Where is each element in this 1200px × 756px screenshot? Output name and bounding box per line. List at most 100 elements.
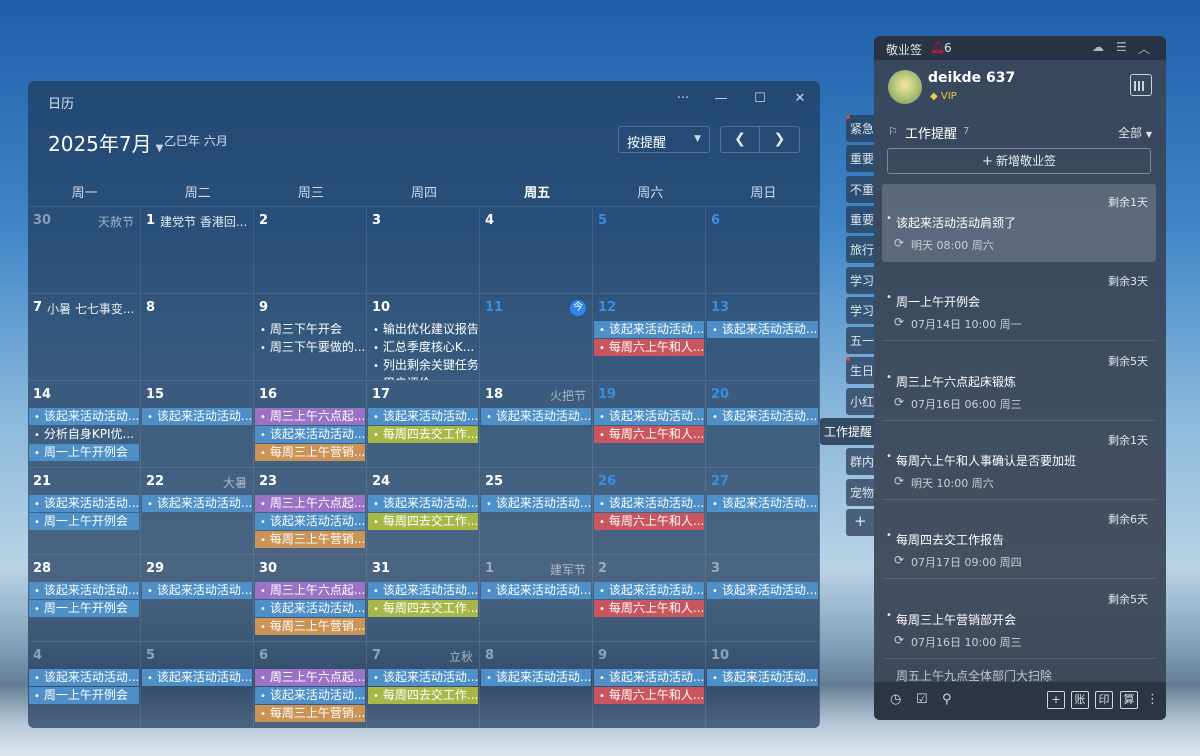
day-cell[interactable]: 31 该起来活动活动...每周四去交工作... [367,554,480,641]
calendar-event[interactable]: 周三上午六点起... [255,495,365,512]
day-cell[interactable]: 6 周三上午六点起...该起来活动活动...每周三上午营销... [254,641,367,728]
calendar-event[interactable]: 周一上午开例会 [29,513,139,530]
category-tab[interactable]: 学习 [846,266,874,294]
note-item[interactable]: 剩余5天周三上午六点起床锻炼 ⟳ 07月16日 06:00 周三 [882,343,1156,421]
category-tab[interactable]: 小红 [846,387,874,415]
day-cell[interactable]: 4 该起来活动活动...周一上午开例会 [28,641,141,728]
calendar-event[interactable]: 该起来活动活动... [481,408,591,425]
category-tab[interactable]: 五一 [846,327,874,355]
more-icon[interactable]: ··· [673,91,693,106]
view-mode-dropdown[interactable]: 按提醒 ▼ [618,126,710,153]
day-cell[interactable]: 3 [367,206,480,293]
category-tab[interactable]: 重要 [846,205,874,233]
day-cell[interactable]: 2 该起来活动活动...每周六上午和人... [593,554,706,641]
day-cell[interactable]: 28 该起来活动活动...周一上午开例会 [28,554,141,641]
calendar-icon[interactable] [1130,74,1152,96]
calendar-event[interactable]: 该起来活动活动... [481,495,591,512]
calendar-event[interactable]: 该起来活动活动... [142,582,252,599]
calendar-event[interactable]: 每周四去交工作... [368,687,478,704]
note-item[interactable]: 剩余5天每周三上午营销部开会 ⟳ 07月16日 10:00 周三 [882,581,1156,659]
day-cell[interactable]: 4 [480,206,593,293]
day-cell[interactable]: 14 该起来活动活动...分析自身KPI优...周一上午开例会 [28,380,141,467]
day-cell[interactable]: 11 今 [480,293,593,380]
calendar-event[interactable]: 每周三上午营销... [255,531,365,548]
prev-month-button[interactable]: ❮ [720,126,760,153]
category-tab[interactable]: 学习 [846,296,874,324]
add-note-button[interactable]: + 新增敬业签 [887,148,1151,174]
clock-icon[interactable]: ◷ [890,692,901,707]
day-cell[interactable]: 22 大暑该起来活动活动... [141,467,254,554]
day-cell[interactable]: 23 周三上午六点起...该起来活动活动...每周三上午营销... [254,467,367,554]
calendar-event[interactable]: 汇总季度核心K... [368,339,478,356]
menu-icon[interactable]: ☰ [1116,40,1127,54]
calendar-event[interactable]: 该起来活动活动... [29,408,139,425]
calendar-event[interactable]: 该起来活动活动... [255,687,365,704]
calendar-event[interactable]: 周一上午开例会 [29,444,139,461]
category-tab[interactable]: 宠物 [846,478,874,506]
day-cell[interactable]: 26 该起来活动活动...每周六上午和人... [593,467,706,554]
note-item[interactable]: 剩余3天周一上午开例会 ⟳ 07月14日 10:00 周一 [882,263,1156,342]
day-cell[interactable]: 19 该起来活动活动...每周六上午和人... [593,380,706,467]
calendar-event[interactable]: 该起来活动活动... [707,321,818,338]
calendar-event[interactable]: 该起来活动活动... [594,669,704,686]
calendar-event[interactable]: 每周四去交工作... [368,600,478,617]
day-cell[interactable]: 29 该起来活动活动... [141,554,254,641]
day-cell[interactable]: 7 立秋该起来活动活动...每周四去交工作... [367,641,480,728]
note-item[interactable]: 剩余1天该起来活动活动肩颈了 ⟳ 明天 08:00 周六 [882,184,1156,262]
calendar-event[interactable]: 每周六上午和人... [594,339,704,356]
day-cell[interactable]: 20 该起来活动活动... [706,380,820,467]
maximize-icon[interactable]: ☐ [750,91,770,106]
category-tab[interactable]: 不重 [846,175,874,203]
day-cell[interactable]: 17 该起来活动活动...每周四去交工作... [367,380,480,467]
day-cell[interactable]: 24 该起来活动活动...每周四去交工作... [367,467,480,554]
calendar-event[interactable]: 每周三上午营销... [255,705,365,722]
category-tab[interactable]: 旅行 [846,236,874,264]
day-cell[interactable]: 6 [706,206,820,293]
calendar-event[interactable]: 该起来活动活动... [29,495,139,512]
calendar-event[interactable]: 分析自身KPI优... [29,426,139,443]
category-tab[interactable]: + [846,508,874,536]
avatar[interactable] [888,70,922,104]
day-cell[interactable]: 12 该起来活动活动...每周六上午和人... [593,293,706,380]
day-cell[interactable]: 30 天赦节 [28,206,141,293]
calendar-event[interactable]: 每周六上午和人... [594,687,704,704]
calendar-event[interactable]: 该起来活动活动... [707,495,818,512]
calendar-event[interactable]: 每周六上午和人... [594,513,704,530]
calendar-event[interactable]: 该起来活动活动... [368,669,478,686]
day-cell[interactable]: 9 周三下午开会周三下午要做的... [254,293,367,380]
category-tab[interactable]: 生日 [846,357,874,385]
category-tab[interactable]: 群内 [846,448,874,476]
calendar-event[interactable]: 该起来活动活动... [594,321,704,338]
calendar-event[interactable]: 周三上午六点起... [255,408,365,425]
search-icon[interactable]: ⚲ [942,692,952,707]
note-item[interactable]: 剩余6天每周四去交工作报告 ⟳ 07月17日 09:00 周四 [882,501,1156,580]
day-cell[interactable]: 18 火把节该起来活动活动... [480,380,593,467]
calendar-event[interactable]: 该起来活动活动... [707,669,818,686]
day-cell[interactable]: 10 该起来活动活动... [706,641,820,728]
calendar-event[interactable]: 该起来活动活动... [368,582,478,599]
calendar-event[interactable]: 该起来活动活动... [368,408,478,425]
calendar-event[interactable]: 每周六上午和人... [594,600,704,617]
calendar-event[interactable]: 周一上午开例会 [29,600,139,617]
calendar-event[interactable]: 输出优化建议报告 [368,321,478,338]
calendar-event[interactable]: 每周三上午营销... [255,444,365,461]
day-cell[interactable]: 30 周三上午六点起...该起来活动活动...每周三上午营销... [254,554,367,641]
minimize-icon[interactable]: — [711,91,731,106]
more-vertical-icon[interactable]: ⋮ [1146,692,1159,707]
calendar-event[interactable]: 周三下午要做的... [255,339,365,356]
calendar-event[interactable]: 该起来活动活动... [29,669,139,686]
day-cell[interactable]: 10输出优化建议报告汇总季度核心K...列出剩余关键任务用户评价 [367,293,480,380]
calendar-event[interactable]: 周三上午六点起... [255,582,365,599]
calendar-event[interactable]: 周三下午开会 [255,321,365,338]
day-cell[interactable]: 2 [254,206,367,293]
day-cell[interactable]: 8 [141,293,254,380]
day-cell[interactable]: 13 该起来活动活动... [706,293,820,380]
collapse-icon[interactable]: ︿ [1138,40,1150,57]
day-cell[interactable]: 25 该起来活动活动... [480,467,593,554]
calendar-event[interactable]: 该起来活动活动... [594,582,704,599]
category-tab[interactable]: 工作提醒 [820,418,874,445]
checklist-icon[interactable]: ☑ [916,692,928,707]
day-cell[interactable]: 16 周三上午六点起...该起来活动活动...每周三上午营销... [254,380,367,467]
category-tab[interactable]: 紧急 [846,115,874,142]
bell-icon[interactable]: 🔔︎ [930,40,945,54]
